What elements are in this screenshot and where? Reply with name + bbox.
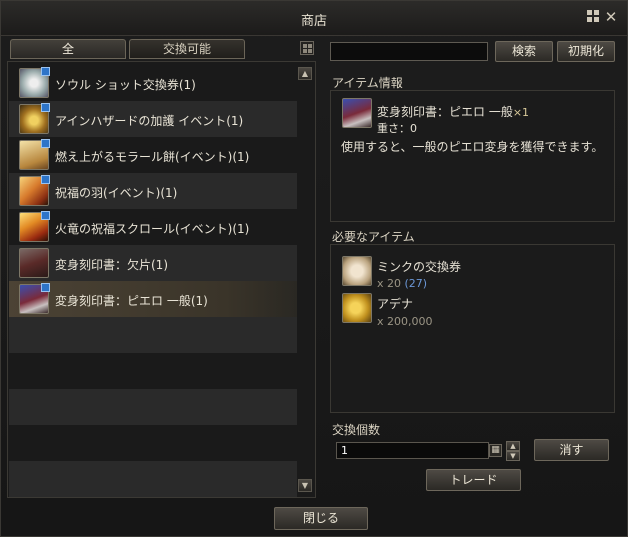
item-name: ソウル ショット交換券(1) <box>55 78 196 92</box>
search-button[interactable]: 検索 <box>495 41 553 62</box>
item-name: アインハザードの加護 イベント(1) <box>55 114 244 128</box>
required-item-qty: x 20 <box>377 277 402 290</box>
book-fragment-icon <box>19 248 49 278</box>
close-button[interactable]: 閉じる <box>274 507 368 530</box>
item-info-panel: 変身刻印書：ピエロ 一般×1 重さ：0 使用すると、一般のピエロ変身を獲得できま… <box>330 90 615 222</box>
reset-button[interactable]: 初期化 <box>557 41 615 62</box>
quantity-input[interactable] <box>336 442 489 459</box>
tab-all[interactable]: 全 <box>10 39 126 59</box>
title-bar[interactable]: 商店 ✕ <box>1 1 627 36</box>
item-info-count: ×1 <box>512 106 530 119</box>
grid-settings-icon[interactable] <box>586 10 600 24</box>
search-input[interactable] <box>330 42 488 61</box>
close-icon[interactable]: ✕ <box>604 10 618 25</box>
adena-coins-icon <box>342 293 372 323</box>
list-scrollbar[interactable]: ▲ ▼ <box>298 67 312 492</box>
exp-scroll-icon <box>19 139 50 170</box>
tab-exchangeable[interactable]: 交換可能 <box>129 39 245 59</box>
list-item[interactable]: 変身刻印書：欠片(1) <box>9 245 297 281</box>
golden-potion-icon <box>19 103 50 134</box>
calculator-icon[interactable]: ▦ <box>489 444 502 457</box>
list-item[interactable]: 燃え上がるモラール餅(イベント)(1) <box>9 137 297 173</box>
item-info-title: 変身刻印書：ピエロ 一般×1 <box>377 103 529 120</box>
trade-button-label: トレード <box>449 473 498 487</box>
scroll-up-icon[interactable]: ▲ <box>298 67 312 80</box>
clear-button[interactable]: 消す <box>534 439 609 461</box>
item-name: 火竜の祝福スクロール(イベント)(1) <box>55 222 250 236</box>
tab-all-label: 全 <box>61 42 74 56</box>
quantity-down-icon[interactable]: ▼ <box>506 451 520 461</box>
required-items-heading: 必要なアイテム <box>332 230 415 244</box>
quantity-up-icon[interactable]: ▲ <box>506 441 520 451</box>
list-item-empty <box>9 389 297 425</box>
pierrot-book-icon <box>342 98 372 128</box>
list-item[interactable]: アインハザードの加護 イベント(1) <box>9 101 297 137</box>
tab-exchangeable-label: 交換可能 <box>162 42 211 56</box>
item-info-name: 変身刻印書：ピエロ 一般 <box>377 105 513 119</box>
window-title: 商店 <box>300 14 327 29</box>
item-info-description: 使用すると、一般のピエロ変身を獲得できます。 <box>341 140 604 154</box>
list-item-selected[interactable]: 変身刻印書：ピエロ 一般(1) <box>9 281 297 317</box>
feather-icon <box>19 175 50 206</box>
shop-window: 商店 ✕ 全 交換可能 ソウル ショット交換券(1) アインハザードの加護 イベ… <box>0 0 628 537</box>
required-item-qty: x 200,000 <box>377 315 433 328</box>
item-name: 変身刻印書：欠片(1) <box>55 258 168 272</box>
item-name: 変身刻印書：ピエロ 一般(1) <box>55 294 208 308</box>
scroll-down-icon[interactable]: ▼ <box>298 479 312 492</box>
view-toggle-icon[interactable] <box>300 41 314 55</box>
list-item[interactable]: ソウル ショット交換券(1) <box>9 65 297 101</box>
clear-button-label: 消す <box>559 443 584 457</box>
required-item-owned: (27) <box>404 277 428 290</box>
close-button-label: 閉じる <box>302 511 339 525</box>
item-name: 燃え上がるモラール餅(イベント)(1) <box>55 150 250 164</box>
required-item-qty-row: x 20 (27) <box>377 277 427 290</box>
item-list: ソウル ショット交換券(1) アインハザードの加護 イベント(1) 燃え上がるモ… <box>7 61 316 498</box>
trade-button[interactable]: トレード <box>426 469 521 491</box>
required-item-name: アデナ <box>377 297 414 311</box>
list-item-empty <box>9 317 297 353</box>
item-info-weight: 重さ：0 <box>377 122 417 135</box>
mink-ticket-icon <box>342 256 372 286</box>
list-item[interactable]: 祝福の羽(イベント)(1) <box>9 173 297 209</box>
reset-button-label: 初期化 <box>567 44 604 58</box>
search-button-label: 検索 <box>511 44 536 58</box>
list-item[interactable]: 火竜の祝福スクロール(イベント)(1) <box>9 209 297 245</box>
pierrot-book-icon <box>19 283 50 314</box>
soulshot-ticket-icon <box>19 67 50 98</box>
item-info-heading: アイテム情報 <box>332 76 403 90</box>
required-item-name: ミンクの交換券 <box>377 260 462 274</box>
required-items-panel: ミンクの交換券 x 20 (27) アデナ x 200,000 <box>330 244 615 413</box>
fire-scroll-icon <box>19 211 50 242</box>
exchange-quantity-heading: 交換個数 <box>332 423 381 437</box>
list-item-empty <box>9 461 297 497</box>
item-name: 祝福の羽(イベント)(1) <box>55 186 178 200</box>
